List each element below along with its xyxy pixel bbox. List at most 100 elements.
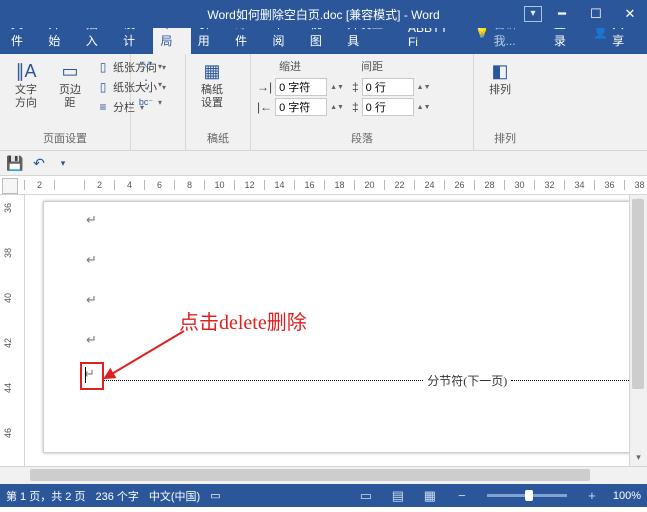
zoom-in-button[interactable]: + [581, 487, 603, 505]
hscroll-thumb[interactable] [30, 469, 590, 481]
spacing-before-input[interactable] [362, 78, 414, 96]
paragraph-mark: ↵ [86, 252, 97, 268]
maximize-button[interactable]: ☐ [579, 0, 613, 28]
section-break: 分节符(下一页) [104, 372, 629, 389]
ruler-tick: 2 [84, 180, 114, 190]
ruler-tick: 44 [3, 383, 13, 393]
ruler-tick: 40 [3, 293, 13, 303]
tab-selector[interactable] [2, 178, 18, 194]
ruler-tick: 32 [534, 180, 564, 190]
margins-button[interactable]: ▭ 页边距 [50, 58, 90, 112]
text-direction-label: 文字方向 [10, 84, 42, 110]
vertical-ruler[interactable]: 363840424446 [0, 195, 25, 466]
indent-left-icon: →| [257, 80, 272, 94]
columns-icon: ≡ [96, 100, 110, 114]
page[interactable]: ↵ ↵ ↵ ↵ ↵ 点击delete删除 分节符(下一页) [43, 201, 629, 453]
text-cursor [85, 367, 86, 383]
ruler-tick: 12 [234, 180, 264, 190]
group-paragraph-label: 段落 [257, 130, 467, 148]
spacing-before-spinner[interactable]: ‡▲▼ [352, 78, 431, 96]
hyphenation-button[interactable]: bc⁻▾ [137, 94, 164, 110]
arrange-label: 排列 [489, 84, 511, 97]
titlebar: Word如何删除空白页.doc [兼容模式] - Word ▾ ━ ☐ ✕ [0, 0, 647, 28]
ruler-tick: 36 [3, 203, 13, 213]
read-mode-icon[interactable]: ▭ [355, 487, 377, 505]
indent-left-input[interactable] [275, 78, 327, 96]
breaks-icon: ⤲ [139, 59, 153, 73]
margins-label: 页边距 [54, 84, 86, 110]
margins-icon: ▭ [59, 60, 81, 82]
paragraph-mark: ↵ [86, 332, 97, 348]
indent-header: 缩进 [279, 58, 301, 74]
vertical-scrollbar[interactable]: ▴ ▾ [629, 195, 647, 466]
cursor-highlight-box [80, 362, 104, 390]
ribbon: ∥A 文字方向 ▭ 页边距 ▯纸张方向▾ ▯纸张大小▾ ≡分栏▾ 页面设置 ⤲▾… [0, 54, 647, 151]
web-layout-icon[interactable]: ▦ [419, 487, 441, 505]
spacing-after-spinner[interactable]: ‡▲▼ [352, 98, 431, 116]
indent-right-spinner[interactable]: |←▲▼ [257, 98, 344, 116]
indent-right-input[interactable] [275, 98, 327, 116]
breaks-button[interactable]: ⤲▾ [137, 58, 164, 74]
text-direction-icon: ∥A [15, 60, 37, 82]
print-layout-icon[interactable]: ▤ [387, 487, 409, 505]
paragraph-mark: ↵ [86, 212, 97, 228]
indent-left-spinner[interactable]: →|▲▼ [257, 78, 344, 96]
grid-settings-button[interactable]: ▦ 稿纸 设置 [192, 58, 232, 112]
spacing-after-icon: ‡ [352, 100, 359, 114]
macro-icon[interactable]: ▭ [210, 489, 220, 502]
ruler-tick: 28 [474, 180, 504, 190]
ruler-tick: 34 [564, 180, 594, 190]
ruler-tick: 18 [324, 180, 354, 190]
ruler-tick: 14 [264, 180, 294, 190]
arrange-icon: ◧ [489, 60, 511, 82]
ruler-tick: 36 [594, 180, 624, 190]
ruler-tick: 4 [114, 180, 144, 190]
horizontal-ruler[interactable]: 2246810121416182022242628303234363840 [0, 176, 647, 195]
orientation-icon: ▯ [96, 60, 110, 74]
zoom-level[interactable]: 100% [613, 490, 641, 502]
document-area[interactable]: ↵ ↵ ↵ ↵ ↵ 点击delete删除 分节符(下一页) [25, 195, 629, 466]
scroll-down-icon[interactable]: ▾ [630, 452, 647, 466]
ruler-tick: 2 [24, 180, 54, 190]
qat-customize-icon[interactable]: ▾ [54, 154, 72, 172]
text-direction-button[interactable]: ∥A 文字方向 [6, 58, 46, 112]
paper-size-icon: ▯ [96, 80, 110, 94]
spacing-header: 间距 [361, 58, 383, 74]
section-break-label: 分节符(下一页) [423, 372, 511, 389]
language[interactable]: 中文(中国) [149, 488, 200, 504]
ribbon-options-icon[interactable]: ▾ [524, 6, 542, 22]
ruler-tick: 22 [384, 180, 414, 190]
group-grid-label: 稿纸 [192, 130, 244, 148]
ruler-tick: 42 [3, 338, 13, 348]
ruler-tick: 30 [504, 180, 534, 190]
ruler-tick: 8 [174, 180, 204, 190]
ruler-tick: 20 [354, 180, 384, 190]
ruler-tick: 16 [294, 180, 324, 190]
line-numbers-button[interactable]: ⋮▾ [137, 76, 164, 92]
ruler-tick: 24 [414, 180, 444, 190]
ruler-tick: 10 [204, 180, 234, 190]
zoom-slider[interactable] [487, 494, 567, 497]
minimize-button[interactable]: ━ [545, 0, 579, 28]
zoom-knob[interactable] [525, 490, 533, 501]
grid-icon: ▦ [201, 60, 223, 82]
word-count[interactable]: 236 个字 [95, 488, 138, 504]
group-page-setup-label: 页面设置 [6, 130, 124, 148]
spacing-after-input[interactable] [362, 98, 414, 116]
ruler-tick [54, 180, 84, 190]
line-numbers-icon: ⋮ [139, 77, 153, 91]
annotation-text: 点击delete删除 [179, 306, 307, 335]
zoom-out-button[interactable]: − [451, 487, 473, 505]
horizontal-scrollbar[interactable] [0, 466, 647, 484]
page-count[interactable]: 第 1 页，共 2 页 [6, 488, 85, 504]
arrange-button[interactable]: ◧ 排列 [480, 58, 520, 99]
group-arrange-label: 排列 [480, 130, 530, 148]
undo-button[interactable]: ↶ [30, 154, 48, 172]
grid-settings-label: 稿纸 设置 [201, 84, 223, 110]
save-button[interactable]: 💾 [6, 154, 24, 172]
ruler-tick: 38 [624, 180, 647, 190]
close-button[interactable]: ✕ [613, 0, 647, 28]
vscroll-thumb[interactable] [632, 199, 644, 389]
spacing-before-icon: ‡ [352, 80, 359, 94]
indent-right-icon: |← [257, 100, 272, 114]
